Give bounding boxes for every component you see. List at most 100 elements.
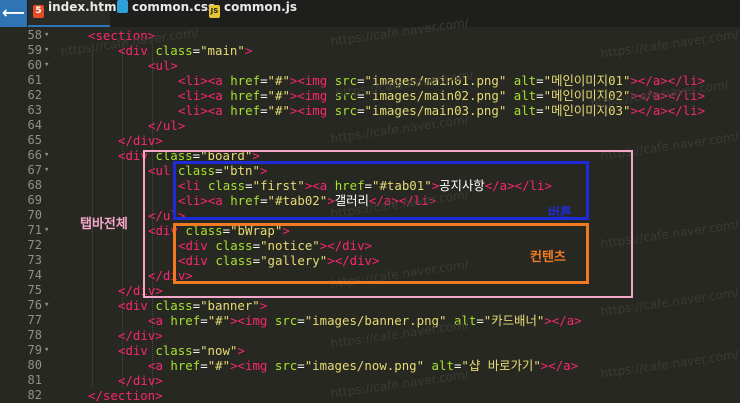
fold-arrow-icon[interactable]: ▾ bbox=[44, 343, 49, 358]
tab-label: common.css bbox=[132, 0, 216, 14]
code-token: <a bbox=[148, 313, 171, 328]
code-token: = bbox=[297, 313, 305, 328]
content-label: 컨텐츠 bbox=[530, 250, 566, 265]
code-token: = bbox=[200, 313, 208, 328]
code-token: = bbox=[536, 88, 544, 103]
code-token: <div bbox=[118, 298, 156, 313]
code-line[interactable]: <ul> bbox=[148, 58, 178, 73]
tab-index-html[interactable]: 5 index.html bbox=[28, 0, 121, 27]
code-token: href bbox=[230, 88, 261, 103]
fold-arrow-icon[interactable]: ▾ bbox=[44, 43, 49, 58]
html5-icon: 5 bbox=[33, 5, 44, 18]
code-token: class bbox=[155, 43, 193, 58]
line-number: 68 bbox=[27, 178, 42, 192]
line-number: 77 bbox=[27, 313, 42, 327]
code-token: src bbox=[334, 103, 358, 118]
line-number: 80 bbox=[27, 358, 42, 372]
line-number: 79 bbox=[27, 343, 42, 357]
line-number: 82 bbox=[27, 388, 42, 402]
code-token: = bbox=[192, 43, 201, 58]
code-line[interactable]: </section> bbox=[88, 388, 163, 403]
code-line[interactable]: <a href="#"><img src="images/banner.png"… bbox=[148, 313, 582, 328]
tab-common-css[interactable]: common.css bbox=[112, 0, 215, 27]
tab-common-js[interactable]: JS common.js bbox=[204, 0, 297, 27]
fold-arrow-icon[interactable]: ▾ bbox=[44, 58, 49, 73]
line-number: 76 bbox=[27, 298, 42, 312]
line-number: 65 bbox=[27, 133, 42, 147]
code-token: </div> bbox=[118, 133, 163, 148]
code-token: = bbox=[536, 73, 544, 88]
code-token: href bbox=[170, 313, 201, 328]
line-number: 74 bbox=[27, 268, 42, 282]
code-token: <li><a bbox=[178, 73, 231, 88]
line-number: 64 bbox=[27, 118, 42, 132]
line-number: 70 bbox=[27, 208, 42, 222]
tab-bar: ⟵ 5 index.html common.css JS common.js bbox=[0, 0, 740, 27]
line-number: 62 bbox=[27, 88, 42, 102]
fold-arrow-icon[interactable]: ▾ bbox=[44, 28, 49, 43]
line-number: 81 bbox=[27, 373, 42, 387]
code-token: ></a> bbox=[544, 313, 582, 328]
content-highlight-box bbox=[173, 223, 589, 284]
code-line[interactable]: </div> bbox=[118, 328, 163, 343]
board-label: 탭바전체 bbox=[80, 217, 128, 232]
fold-arrow-icon[interactable]: ▾ bbox=[44, 298, 49, 313]
fold-arrow-icon[interactable]: ▾ bbox=[44, 163, 49, 178]
line-number: 71 bbox=[27, 223, 42, 237]
fold-arrow-icon[interactable]: ▾ bbox=[44, 148, 49, 163]
code-token: = bbox=[260, 73, 268, 88]
code-token: <li><a bbox=[178, 88, 231, 103]
code-token: = bbox=[260, 88, 268, 103]
code-token: alt bbox=[513, 88, 537, 103]
line-number: 78 bbox=[27, 328, 42, 342]
code-token: "banner" bbox=[200, 298, 260, 313]
line-number: 58 bbox=[27, 28, 42, 42]
code-token: "#" bbox=[267, 88, 290, 103]
line-number: 72 bbox=[27, 238, 42, 252]
code-line[interactable]: <a href="#"><img src="images/now.png" al… bbox=[148, 358, 578, 373]
code-token: <ul> bbox=[148, 58, 178, 73]
code-token: = bbox=[297, 358, 305, 373]
code-token: ><img bbox=[289, 73, 335, 88]
code-token: "샵 바로가기" bbox=[461, 358, 541, 373]
code-token: = bbox=[536, 103, 544, 118]
code-token: = bbox=[192, 298, 201, 313]
code-token: ><img bbox=[289, 103, 335, 118]
code-token: "now" bbox=[200, 343, 238, 358]
code-line[interactable]: </div> bbox=[118, 133, 163, 148]
code-token: = bbox=[192, 343, 201, 358]
line-number: 63 bbox=[27, 103, 42, 117]
code-token: = bbox=[476, 313, 484, 328]
code-line[interactable]: </ul> bbox=[148, 118, 185, 133]
line-gutter: 58 ▾ 59 ▾ 60 ▾ 61 62 63 64 65 66 ▾ 67 ▾ 68 69 70 71 ▾ 72 73 74… bbox=[0, 27, 52, 403]
code-token: "images/now.png" bbox=[304, 358, 425, 373]
code-line[interactable]: </div> bbox=[118, 373, 163, 388]
code-token: "#" bbox=[267, 103, 290, 118]
btn-label: 버튼 bbox=[548, 206, 572, 221]
line-number: 73 bbox=[27, 253, 42, 267]
code-token: = bbox=[260, 103, 268, 118]
code-token: "#" bbox=[207, 358, 231, 373]
line-number: 66 bbox=[27, 148, 42, 162]
js-file-icon: JS bbox=[209, 5, 220, 18]
code-token: ></a> bbox=[540, 358, 579, 373]
code-token: ></a></li> bbox=[630, 103, 706, 118]
code-line[interactable]: <div class="banner"> bbox=[118, 298, 267, 313]
code-editor[interactable]: 58 ▾ 59 ▾ 60 ▾ 61 62 63 64 65 66 ▾ 67 ▾ 68 69 70 71 ▾ 72 73 74… bbox=[0, 15, 740, 403]
code-token: = bbox=[200, 358, 208, 373]
line-number: 75 bbox=[27, 283, 42, 297]
code-token: href bbox=[170, 358, 201, 373]
line-number: 59 bbox=[27, 43, 42, 57]
back-arrow-icon[interactable]: ⟵ bbox=[0, 0, 27, 27]
code-token: > bbox=[259, 298, 268, 313]
code-line[interactable]: <div class="now"> bbox=[118, 343, 245, 358]
code-token: <li><a bbox=[178, 103, 231, 118]
line-number: 60 bbox=[27, 58, 42, 72]
code-token: <a bbox=[148, 358, 171, 373]
code-token: "메인이미지01" bbox=[543, 73, 631, 88]
fold-arrow-icon[interactable]: ▾ bbox=[44, 223, 49, 238]
code-token: "#" bbox=[267, 73, 290, 88]
code-token: > bbox=[237, 343, 245, 358]
